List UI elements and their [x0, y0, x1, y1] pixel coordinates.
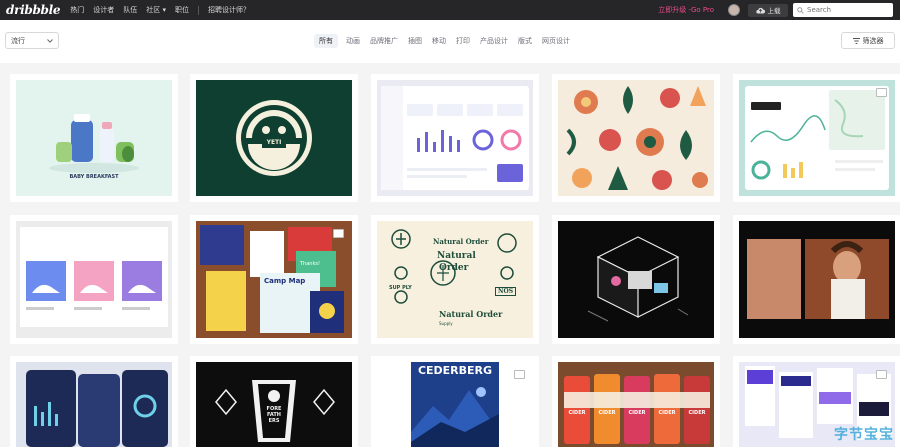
shot-thumbnail[interactable] [739, 80, 895, 196]
isometric-device-illustration [587, 236, 689, 322]
dashboard-illustration [381, 86, 529, 190]
shot-caption: Supply [439, 321, 453, 326]
shot-card[interactable]: Natural Order Natural Order SUP PLY NOS … [371, 215, 539, 344]
shot-thumbnail[interactable] [16, 221, 172, 338]
tab-mobile[interactable]: 移动 [432, 34, 446, 48]
yeti-badge-illustration [236, 100, 312, 176]
tab-animation[interactable]: 动画 [346, 34, 360, 48]
floral-pattern-illustration [566, 86, 708, 190]
nav-divider [198, 5, 199, 15]
shot-caption: YETI [266, 139, 282, 146]
site-watermark: 字节宝宝 [834, 427, 894, 443]
editorial-photo-layout [747, 239, 889, 319]
shot-caption: Order [439, 263, 469, 273]
nav-teams[interactable]: 队伍 [123, 5, 137, 15]
go-pro-link[interactable]: 立即升级 -Go Pro [658, 5, 714, 15]
shot-card[interactable] [733, 215, 900, 344]
multiple-shots-icon [876, 370, 887, 379]
shot-caption: CIDER [598, 410, 616, 416]
nav-community[interactable]: 社区 ▾ [146, 5, 166, 15]
shot-thumbnail[interactable] [739, 221, 895, 338]
nav-community-label: 社区 [146, 6, 161, 14]
nav-jobs[interactable]: 职位 [175, 5, 189, 15]
tab-product-design[interactable]: 产品设计 [480, 34, 508, 48]
shot-card[interactable] [552, 215, 720, 344]
nav-right: 立即升级 -Go Pro 上载 [658, 0, 900, 20]
avatar[interactable] [728, 4, 740, 16]
tab-print[interactable]: 打印 [456, 34, 470, 48]
finance-app-illustration [26, 370, 168, 447]
sort-label: 流行 [11, 36, 25, 45]
search-box[interactable] [793, 3, 893, 17]
shot-thumbnail[interactable]: YETI [196, 80, 352, 196]
search-icon [797, 6, 804, 14]
shot-caption: SUP PLY [389, 285, 412, 291]
shot-thumbnail[interactable] [558, 80, 714, 196]
shot-caption: BABY BREAKFAST [69, 174, 119, 180]
shot-thumbnail[interactable]: BABY BREAKFAST [16, 80, 172, 196]
shot-caption: CIDER [688, 410, 706, 416]
shot-caption: CIDER [628, 410, 646, 416]
filter-bar: 流行 所有 动画 品牌推广 插图 移动 打印 产品设计 版式 网页设计 筛选器 [0, 20, 900, 63]
shot-caption: Thanks! [300, 261, 320, 267]
shot-caption: Natural [437, 251, 476, 261]
cider-cans-illustration [564, 374, 710, 444]
shot-card[interactable]: Camp Map Thanks! [190, 215, 358, 344]
shot-caption: Camp Map [264, 277, 306, 285]
tab-typography[interactable]: 版式 [518, 34, 532, 48]
shot-card[interactable]: BABY BREAKFAST [10, 74, 178, 202]
search-input[interactable] [807, 6, 887, 14]
tab-branding[interactable]: 品牌推广 [370, 34, 398, 48]
upload-label: 上载 [767, 7, 781, 15]
shot-caption: CEDERBERG [417, 364, 493, 377]
shot-card[interactable] [552, 74, 720, 202]
chevron-down-icon: ▾ [162, 6, 166, 14]
shot-caption: NOS [495, 287, 517, 296]
shot-caption: CIDER [658, 410, 676, 416]
multiple-shots-icon [333, 229, 344, 238]
shot-thumbnail[interactable]: Natural Order Natural Order SUP PLY NOS … [377, 221, 533, 338]
dribbble-logo[interactable]: dribbble [6, 3, 61, 17]
filters-button[interactable]: 筛选器 [841, 32, 895, 49]
shot-thumbnail[interactable]: FORE FATH ERS [196, 362, 352, 447]
shot-thumbnail[interactable] [16, 362, 172, 447]
multiple-shots-icon [514, 370, 525, 379]
shot-card[interactable] [733, 74, 900, 202]
shot-caption: Natural Order [433, 237, 489, 246]
shot-caption: CIDER [568, 410, 586, 416]
shot-card[interactable]: CEDERBERG [371, 356, 539, 447]
shot-caption: FORE FATH ERS [266, 406, 282, 424]
main-nav: 热门 设计者 队伍 社区 ▾ 职位 招聘设计师？ [70, 5, 259, 15]
filter-icon [852, 37, 860, 44]
category-tabs: 所有 动画 品牌推广 插图 移动 打印 产品设计 版式 网页设计 [314, 34, 580, 48]
upload-button[interactable]: 上载 [748, 3, 788, 17]
shot-card[interactable] [10, 356, 178, 447]
sneaker-store-illustration [20, 227, 168, 327]
multiple-shots-icon [876, 88, 887, 97]
shot-thumbnail[interactable]: CIDER CIDER CIDER CIDER CIDER [558, 362, 714, 447]
filters-label: 筛选器 [862, 36, 884, 45]
shot-thumbnail[interactable]: Camp Map Thanks! [196, 221, 352, 338]
shot-thumbnail[interactable]: CEDERBERG [377, 362, 533, 447]
tab-illustration[interactable]: 插图 [408, 34, 422, 48]
shot-card[interactable] [371, 74, 539, 202]
nav-designers[interactable]: 设计者 [93, 5, 114, 15]
nav-hire-designers[interactable]: 招聘设计师？ [208, 5, 250, 15]
shot-thumbnail[interactable] [558, 221, 714, 338]
tab-web-design[interactable]: 网页设计 [542, 34, 570, 48]
analytics-dashboard-illustration [745, 86, 889, 190]
shot-card[interactable]: CIDER CIDER CIDER CIDER CIDER [552, 356, 720, 447]
shot-card[interactable]: FORE FATH ERS [190, 356, 358, 447]
nav-popular[interactable]: 热门 [70, 5, 84, 15]
top-navbar: dribbble 热门 设计者 队伍 社区 ▾ 职位 招聘设计师？ 立即升级 -… [0, 0, 900, 20]
sort-dropdown[interactable]: 流行 [5, 32, 59, 49]
cloud-upload-icon [755, 7, 765, 13]
shot-thumbnail[interactable] [377, 80, 533, 196]
fore-fathers-badges [215, 380, 335, 442]
shot-caption: Natural Order [439, 309, 503, 319]
chevron-down-icon [47, 38, 53, 43]
tab-all[interactable]: 所有 [314, 34, 338, 48]
shot-card[interactable] [10, 215, 178, 344]
shot-card[interactable]: YETI [190, 74, 358, 202]
